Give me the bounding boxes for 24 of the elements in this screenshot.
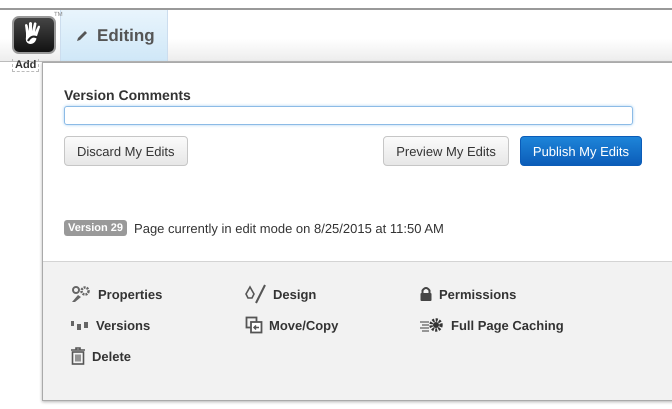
action-link[interactable]: Move/Copy: [245, 315, 419, 335]
action-link[interactable]: Permissions: [419, 284, 672, 304]
action-link[interactable]: Full Page Caching: [419, 315, 672, 335]
lock-icon: [419, 286, 433, 302]
pen-icon: [245, 284, 267, 304]
add-label: Add: [12, 59, 40, 72]
status-text: Page currently in edit mode on 8/25/2015 at 11:50 AM: [134, 220, 444, 236]
copy-icon: [245, 316, 263, 334]
pencil-icon: [75, 28, 89, 42]
gear-speed-icon: [419, 317, 445, 333]
gears-icon: [70, 285, 92, 303]
trash-icon: [70, 347, 86, 365]
steps-icon: [70, 319, 90, 331]
action-link[interactable]: Versions: [70, 315, 245, 335]
preview-button[interactable]: Preview My Edits: [383, 136, 509, 166]
logo-icon[interactable]: [12, 16, 56, 54]
action-link[interactable]: Design: [245, 284, 419, 304]
action-link[interactable]: Properties: [70, 284, 245, 304]
publish-button[interactable]: Publish My Edits: [520, 136, 642, 166]
comments-label: Version Comments: [64, 87, 192, 103]
discard-button[interactable]: Discard My Edits: [64, 136, 188, 166]
version-badge: Version 29: [64, 220, 128, 236]
action-link[interactable]: Delete: [70, 346, 245, 366]
comments-field[interactable]: [64, 106, 633, 125]
